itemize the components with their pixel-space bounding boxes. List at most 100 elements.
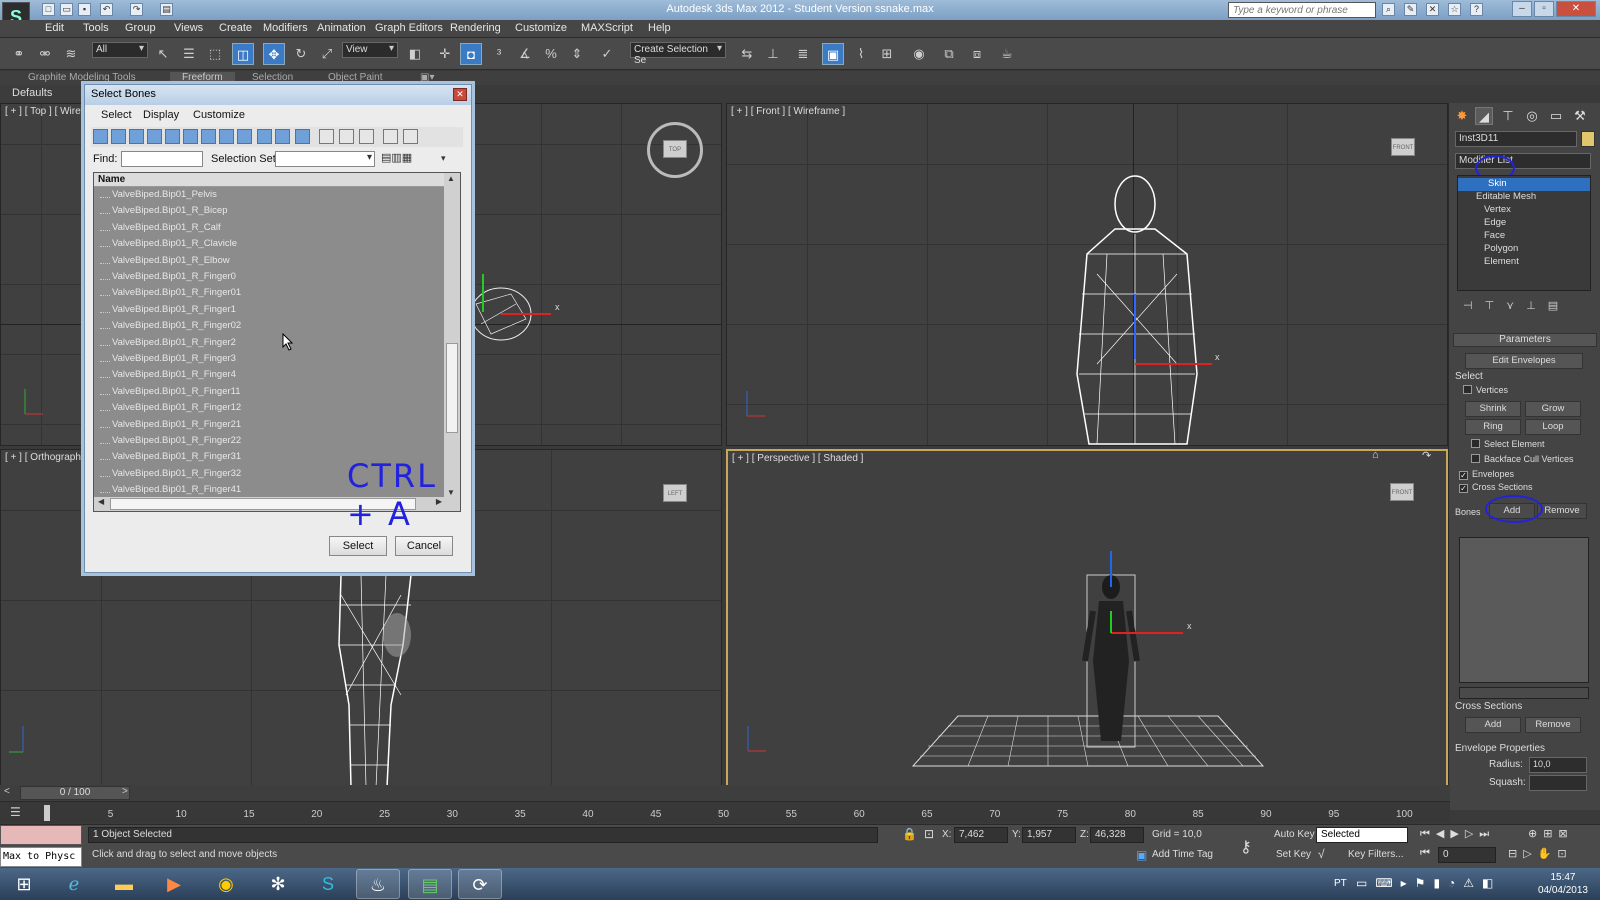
3dsmax-taskbar-icon[interactable]: ⟳ [458,869,502,899]
system-clock[interactable]: 15:47 04/04/2013 [1538,871,1588,897]
select-all-icon[interactable] [319,129,334,144]
dialog-menu-display[interactable]: Display [143,109,179,121]
current-frame-field[interactable]: 0 [1438,847,1496,863]
hierarchy-tab-icon[interactable]: ⊤ [1499,107,1517,125]
display-hidden-icon[interactable] [295,129,310,144]
menu-tools[interactable]: Tools [83,22,109,34]
language-indicator[interactable]: PT [1334,878,1347,889]
minimize-button[interactable]: – [1512,1,1532,17]
loop-button[interactable]: Loop [1525,419,1581,435]
communication-icon[interactable]: ✕ [1426,3,1439,16]
menu-graph-editors[interactable]: Graph Editors [375,22,443,34]
display-xrefs-icon[interactable] [219,129,234,144]
chrome-icon[interactable]: ◉ [204,869,248,899]
tab-selection[interactable]: Selection [252,72,293,83]
key-curve-icon[interactable]: √ [1318,847,1325,861]
bone-list-item[interactable]: ValveBiped.Bip01_R_Bicep [112,205,227,221]
prev-frame-arrow-icon[interactable]: < [4,786,10,797]
navigation-controls-icon[interactable]: ⊟▷✋⊡ [1508,847,1573,860]
object-name-field[interactable]: Inst3D11 [1455,131,1577,147]
menu-customize[interactable]: Customize [515,22,567,34]
dialog-menu-select[interactable]: Select [101,109,132,121]
cs-remove-button[interactable]: Remove [1525,717,1581,733]
display-cameras-icon[interactable] [147,129,162,144]
key-filters-button[interactable]: Key Filters... [1348,849,1404,860]
vertical-scroll-thumb[interactable] [446,343,458,433]
help-icon[interactable]: ? [1470,3,1483,16]
modifier-stack[interactable]: Skin Editable Mesh Vertex Edge Face Poly… [1457,175,1591,291]
menu-views[interactable]: Views [174,22,203,34]
utilities-tab-icon[interactable]: ⚒ [1571,107,1589,125]
viewcube-front[interactable]: FRONT [1391,138,1415,156]
bone-list-item[interactable]: ValveBiped.Bip01_Pelvis [112,189,217,205]
viewport-label[interactable]: [ + ] [ Front ] [ Wireframe ] [731,106,845,117]
bone-list-item[interactable]: ValveBiped.Bip01_R_Finger11 [112,386,241,402]
grow-button[interactable]: Grow [1525,401,1581,417]
viewcube-top[interactable]: TOP [663,140,687,158]
bone-list-item[interactable]: ValveBiped.Bip01_R_Finger4 [112,369,236,385]
skype-icon[interactable]: S [306,869,350,899]
display-bones-icon[interactable] [237,129,252,144]
internet-explorer-icon[interactable]: ℯ [52,869,96,899]
display-shapes-icon[interactable] [111,129,126,144]
menu-help[interactable]: Help [648,22,671,34]
viewport-label[interactable]: [ + ] [ Perspective ] [ Shaded ] [732,453,863,464]
display-lights-icon[interactable] [129,129,144,144]
steam-icon[interactable]: ♨ [356,869,400,899]
bone-list-item[interactable]: ValveBiped.Bip01_R_Calf [112,222,221,238]
new-file-icon[interactable]: □ [42,3,55,16]
zoom-controls-icon[interactable]: ⊕⊞⊠ [1528,827,1574,840]
shrink-button[interactable]: Shrink [1465,401,1521,417]
stack-item-face[interactable]: Face [1458,230,1590,243]
spinner-snap-icon[interactable]: ⇕ [566,43,588,65]
stack-item-editable-mesh[interactable]: Editable Mesh [1458,191,1590,204]
material-editor-icon[interactable]: ◉ [908,43,930,65]
display-helpers-icon[interactable] [165,129,180,144]
edit-named-selection-icon[interactable]: ✓ [596,43,618,65]
selection-region-icon[interactable]: ⬚ [204,43,226,65]
start-button-icon[interactable]: ⊞ [2,869,46,899]
menu-maxscript[interactable]: MAXScript [581,22,633,34]
defaults-label[interactable]: Defaults [0,85,90,101]
parameters-rollout-header[interactable]: Parameters [1453,333,1597,347]
stack-item-element[interactable]: Element [1458,256,1590,269]
viewcube-left[interactable]: LEFT [663,484,687,502]
curve-editor-mini-icon[interactable]: ☰ [10,805,21,819]
auto-key-button[interactable]: Auto Key [1274,829,1315,840]
bone-list-item[interactable]: ValveBiped.Bip01_R_Finger31 [112,451,241,467]
pivot-center-icon[interactable]: ◧ [404,43,426,65]
tab-graphite-modeling[interactable]: Graphite Modeling Tools [28,72,136,83]
rendered-frame-icon[interactable]: ⧈ [966,43,988,65]
bone-list-item[interactable]: ValveBiped.Bip01_R_Elbow [112,255,230,271]
display-spacewarps-icon[interactable] [183,129,198,144]
project-folder-icon[interactable]: ▤ [160,3,173,16]
maxscript-mini-listener[interactable]: Max to Physc [0,847,82,867]
search-input[interactable]: Type a keyword or phrase [1228,2,1376,18]
bone-list-item[interactable]: ValveBiped.Bip01_R_Finger0 [112,271,236,287]
select-move-icon[interactable]: ✥ [263,43,285,65]
percent-snap-icon[interactable]: % [540,43,562,65]
app-icon[interactable]: ✻ [256,869,300,899]
open-file-icon[interactable]: ▭ [60,3,73,16]
tab-object-paint[interactable]: Object Paint [328,72,382,83]
x-coordinate-field[interactable]: 7,462 [954,827,1008,843]
maximize-button[interactable]: ▫ [1534,1,1554,17]
dialog-menu-customize[interactable]: Customize [193,109,245,121]
snaps-toggle-icon[interactable]: ³ [488,43,510,65]
menu-animation[interactable]: Animation [317,22,366,34]
next-frame-arrow-icon[interactable]: > [122,786,128,797]
maxscript-listener-pink[interactable] [0,825,82,845]
bone-list-item[interactable]: ValveBiped.Bip01_R_Finger12 [112,402,241,418]
viewcube-front[interactable]: FRONT [1390,483,1414,501]
favorites-icon[interactable]: ☆ [1448,3,1461,16]
menu-edit[interactable]: Edit [45,22,64,34]
bone-list-item[interactable]: ValveBiped.Bip01_R_Finger21 [112,419,241,435]
media-player-icon[interactable]: ▶ [152,869,196,899]
home-icon[interactable]: ⌂ [1372,451,1379,461]
key-mode-toggle-icon[interactable]: ⏮ [1420,847,1430,860]
bone-list-item[interactable]: ValveBiped.Bip01_R_Clavicle [112,238,237,254]
selection-filter-dropdown[interactable]: All [92,42,148,58]
set-key-button[interactable]: Set Key [1276,849,1311,860]
backface-cull-checkbox[interactable]: Backface Cull Vertices [1471,454,1574,464]
stack-item-skin[interactable]: Skin [1458,178,1590,191]
